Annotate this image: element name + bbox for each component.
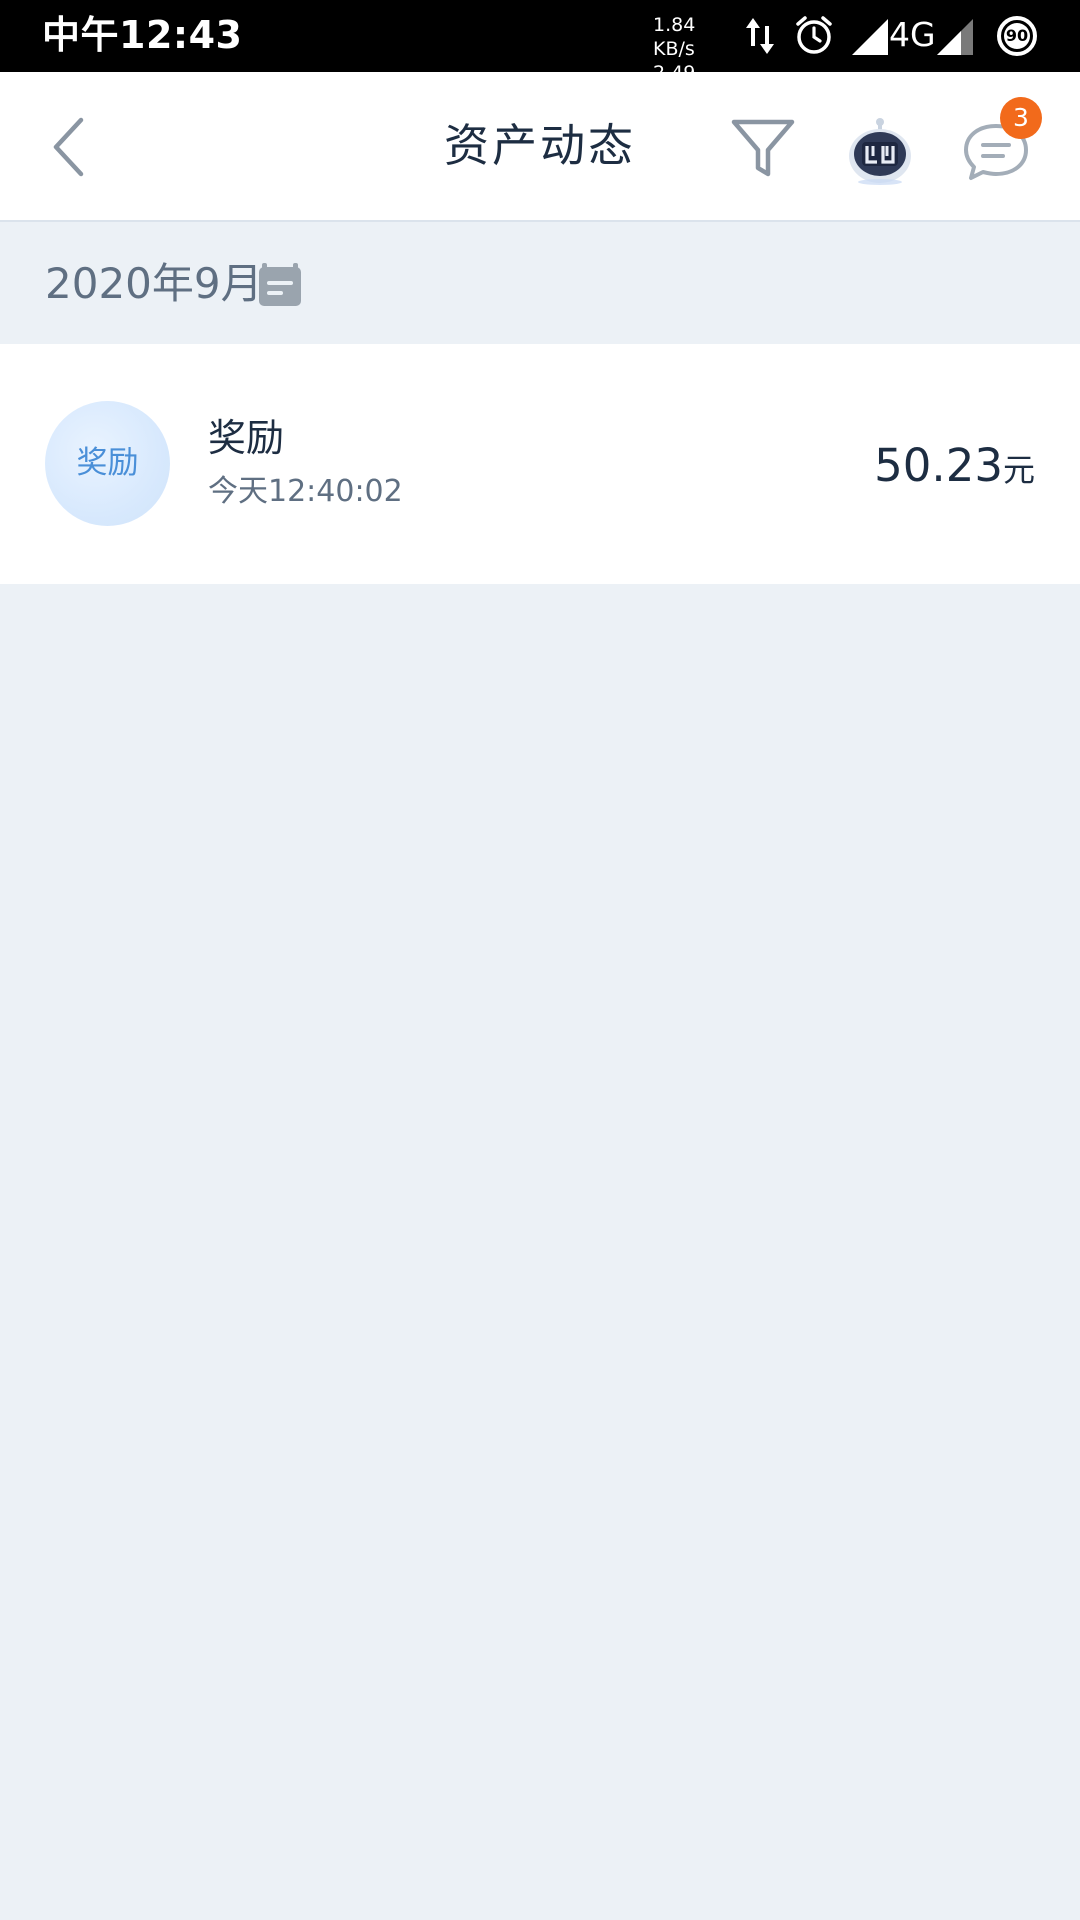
record-amount-value: 50.23 xyxy=(874,439,1003,492)
record-title: 奖励 xyxy=(208,416,285,460)
network-type: 4G xyxy=(889,15,936,54)
record-amount: 50.23元 xyxy=(874,438,1035,498)
filter-button[interactable] xyxy=(726,112,800,186)
network-speed-up: 1.84 KB/s xyxy=(653,14,696,60)
robot-icon xyxy=(849,118,911,185)
status-bar: 中午12:43 1.84 KB/s 2.49 KB/s 4G 90 xyxy=(0,0,1080,108)
record-time: 今天12:40:02 xyxy=(208,474,403,509)
status-time: 中午12:43 xyxy=(42,13,243,57)
month-label: 2020年9月 xyxy=(45,259,263,308)
chevron-left-icon xyxy=(53,117,84,177)
data-transfer-icon xyxy=(746,18,774,54)
signal-secondary-icon xyxy=(937,19,973,55)
battery-level: 90 xyxy=(1005,26,1029,45)
assistant-robot-button[interactable] xyxy=(840,112,920,192)
calendar-icon[interactable] xyxy=(258,261,302,307)
top-app-bar: 资产动态 3 xyxy=(0,72,1080,222)
back-button[interactable] xyxy=(30,107,110,187)
filter-icon xyxy=(731,119,795,177)
asset-record-item[interactable]: 奖励 奖励 今天12:40:02 50.23元 xyxy=(0,344,1080,584)
record-amount-unit: 元 xyxy=(1002,451,1035,489)
signal-icon xyxy=(852,19,888,55)
month-selector[interactable]: 2020年9月 xyxy=(0,224,1080,344)
alarm-icon xyxy=(796,16,832,54)
message-count-badge: 3 xyxy=(1000,97,1042,139)
page-title: 资产动态 xyxy=(443,119,636,172)
record-type-avatar: 奖励 xyxy=(45,401,170,526)
